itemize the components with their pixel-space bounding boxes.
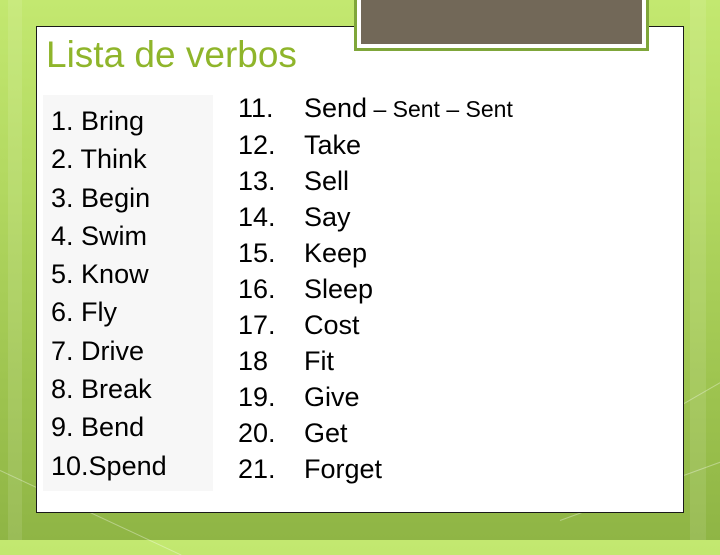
item-verb: Spend bbox=[88, 450, 167, 481]
item-number: 10. bbox=[51, 450, 89, 481]
item-number: 18 bbox=[238, 346, 269, 376]
item-number: 15. bbox=[238, 238, 276, 268]
item-verb: Forget bbox=[304, 454, 383, 484]
item-verb: Sleep bbox=[304, 274, 374, 304]
item-verb: Begin bbox=[81, 182, 151, 213]
item-verb: Give bbox=[304, 382, 360, 412]
background-stripe bbox=[690, 0, 706, 540]
item-number: 20. bbox=[238, 418, 276, 448]
item-number: 5. bbox=[51, 259, 74, 290]
list-item: 1. Bring bbox=[51, 102, 167, 140]
item-verb: Fit bbox=[304, 346, 334, 376]
item-number: 17. bbox=[238, 310, 276, 340]
item-number: 16. bbox=[238, 274, 276, 304]
item-verb: Send bbox=[304, 93, 368, 123]
item-verb: Drive bbox=[81, 335, 145, 366]
list-item: 7. Drive bbox=[51, 332, 167, 370]
list-item: 9. Bend bbox=[51, 408, 167, 446]
accent-box bbox=[354, 0, 649, 51]
item-number: 4. bbox=[51, 220, 74, 251]
list-item: 6. Fly bbox=[51, 293, 167, 331]
list-item: 20. Get bbox=[238, 415, 513, 451]
item-number: 7. bbox=[51, 335, 74, 366]
item-number: 13. bbox=[238, 166, 276, 196]
list-item: 16. Sleep bbox=[238, 271, 513, 307]
list-item: 3. Begin bbox=[51, 179, 167, 217]
list-item: 19. Give bbox=[238, 379, 513, 415]
verb-list-right: 11. Send – Sent – Sent 12. Take 13. Sell 14. Sa… bbox=[238, 90, 513, 487]
item-number: 6. bbox=[51, 297, 74, 328]
item-verb: Bring bbox=[81, 106, 145, 136]
background-stripe bbox=[8, 0, 22, 540]
item-verb: Get bbox=[304, 418, 348, 448]
item-verb-forms: – Sent – Sent bbox=[367, 96, 513, 122]
verb-list-left: 1. Bring 2. Think 3. Begin 4. Swim 5. Know 6.… bbox=[51, 102, 167, 485]
list-item: 12. Take bbox=[238, 127, 513, 163]
item-number: 9. bbox=[51, 412, 74, 443]
item-number: 19. bbox=[238, 382, 276, 412]
item-number: 2. bbox=[51, 144, 74, 175]
list-item: 21. Forget bbox=[238, 451, 513, 487]
item-verb: Bend bbox=[81, 412, 145, 443]
slide-title: Lista de verbos bbox=[46, 34, 297, 75]
item-verb: Think bbox=[80, 144, 147, 175]
item-verb: Fly bbox=[81, 297, 118, 328]
list-item: 17. Cost bbox=[238, 307, 513, 343]
item-verb: Know bbox=[81, 259, 149, 290]
item-number: 11. bbox=[238, 93, 274, 123]
item-verb: Cost bbox=[304, 310, 360, 340]
item-verb: Keep bbox=[304, 238, 368, 268]
item-number: 8. bbox=[51, 374, 74, 405]
item-number: 21. bbox=[238, 454, 276, 484]
item-number: 12. bbox=[238, 130, 276, 160]
item-number: 14. bbox=[238, 202, 276, 232]
item-verb: Swim bbox=[81, 220, 148, 251]
item-verb: Take bbox=[304, 130, 362, 160]
list-item: 2. Think bbox=[51, 140, 167, 178]
list-item: 11. Send – Sent – Sent bbox=[238, 90, 513, 127]
list-item: 18 Fit bbox=[238, 343, 513, 379]
item-verb: Sell bbox=[304, 166, 350, 196]
item-number: 1. bbox=[51, 106, 74, 136]
item-number: 3. bbox=[51, 182, 74, 213]
item-verb: Say bbox=[304, 202, 351, 232]
list-item: 5. Know bbox=[51, 255, 167, 293]
list-item: 10.Spend bbox=[51, 447, 167, 485]
list-item: 14. Say bbox=[238, 199, 513, 235]
list-item: 8. Break bbox=[51, 370, 167, 408]
list-item: 13. Sell bbox=[238, 163, 513, 199]
list-item: 4. Swim bbox=[51, 217, 167, 255]
list-item: 15. Keep bbox=[238, 235, 513, 271]
item-verb: Break bbox=[81, 374, 152, 405]
